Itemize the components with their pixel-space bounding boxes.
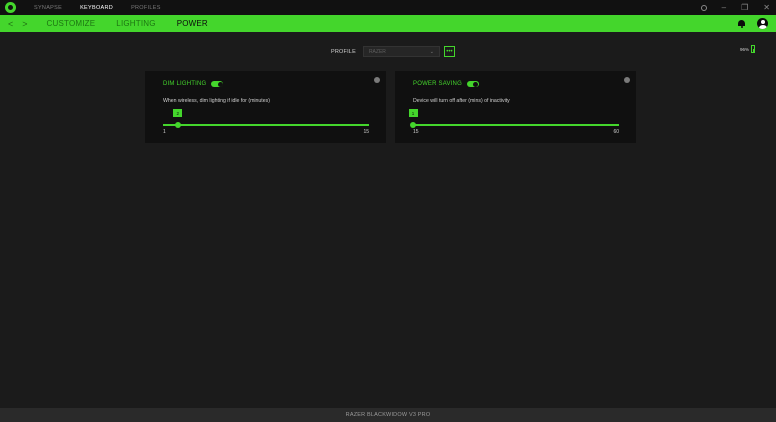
profile-label: PROFILE — [331, 48, 356, 55]
razer-logo-icon[interactable] — [5, 2, 16, 13]
power-saving-toggle[interactable] — [466, 81, 479, 87]
minimize-button[interactable]: – — [722, 3, 726, 12]
title-bar: SYNAPSE KEYBOARD PROFILES – ❐ ✕ — [0, 0, 776, 15]
power-saving-min-label: 15 — [413, 129, 419, 135]
power-saving-max-label: 60 — [613, 129, 619, 135]
maximize-button[interactable]: ❐ — [741, 3, 748, 12]
tab-bar: < > CUSTOMIZE LIGHTING POWER — [0, 15, 776, 32]
dim-lighting-max-label: 15 — [363, 129, 369, 135]
power-saving-slider-track[interactable] — [413, 124, 619, 126]
power-saving-slider-thumb[interactable] — [410, 121, 416, 128]
profile-row: PROFILE RAZER ⌄ ••• — [331, 46, 455, 57]
back-arrow-icon[interactable]: < — [8, 19, 13, 29]
dim-lighting-slider-thumb[interactable] — [174, 121, 181, 128]
close-button[interactable]: ✕ — [763, 3, 770, 12]
device-name: RAZER BLACKWIDOW V3 PRO — [345, 412, 431, 418]
dim-lighting-description: When wireless, dim lighting if idle for … — [163, 98, 270, 104]
profile-more-button[interactable]: ••• — [443, 46, 455, 57]
battery-indicator: 96% — [740, 45, 756, 53]
dim-lighting-slider-track[interactable] — [163, 124, 369, 126]
power-saving-value-bubble: 1 — [408, 109, 418, 117]
tabbar-actions — [738, 15, 768, 32]
tab-customize[interactable]: CUSTOMIZE — [47, 19, 96, 28]
profile-dropdown[interactable]: RAZER ⌄ — [362, 46, 440, 57]
history-arrows: < > — [8, 19, 28, 29]
power-saving-title: POWER SAVING — [413, 81, 462, 87]
power-saving-description: Device will turn off after (mins) of ina… — [413, 98, 510, 104]
chevron-down-icon: ⌄ — [429, 48, 434, 55]
status-bar: RAZER BLACKWIDOW V3 PRO — [0, 408, 776, 422]
profile-selected-value: RAZER — [368, 48, 386, 55]
window-controls: – ❐ ✕ — [700, 0, 770, 15]
tab-lighting[interactable]: LIGHTING — [116, 19, 155, 28]
section-tabs: CUSTOMIZE LIGHTING POWER — [47, 19, 208, 28]
help-icon[interactable] — [374, 77, 380, 83]
dim-lighting-value-bubble: 2 — [173, 109, 183, 117]
top-nav: SYNAPSE KEYBOARD PROFILES — [34, 5, 161, 11]
nav-synapse[interactable]: SYNAPSE — [34, 5, 62, 11]
dim-lighting-toggle[interactable] — [211, 81, 224, 87]
nav-keyboard[interactable]: KEYBOARD — [80, 5, 113, 11]
notification-bell-icon[interactable] — [738, 19, 745, 28]
dim-lighting-min-label: 1 — [163, 129, 166, 135]
settings-gear-icon[interactable] — [700, 4, 707, 11]
power-saving-card: POWER SAVING Device will turn off after … — [395, 71, 636, 143]
forward-arrow-icon[interactable]: > — [22, 19, 27, 29]
help-icon[interactable] — [624, 77, 630, 83]
nav-profiles[interactable]: PROFILES — [131, 5, 161, 11]
user-avatar-icon[interactable] — [757, 18, 768, 29]
battery-percent: 96% — [740, 46, 750, 52]
dim-lighting-title: DIM LIGHTING — [163, 81, 207, 87]
battery-charging-icon — [751, 45, 756, 53]
dim-lighting-card: DIM LIGHTING When wireless, dim lighting… — [145, 71, 386, 143]
tab-power[interactable]: POWER — [177, 19, 208, 28]
